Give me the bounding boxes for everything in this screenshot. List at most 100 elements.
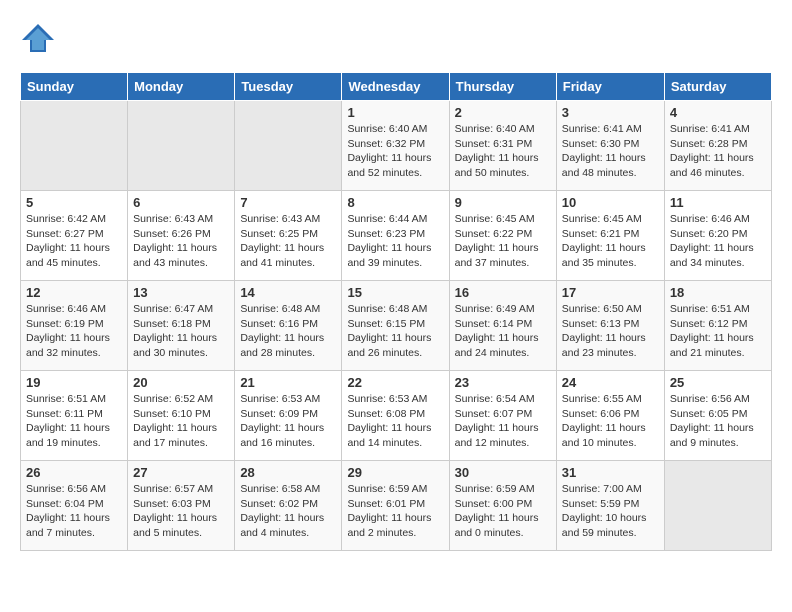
calendar-week-1: 1 Sunrise: 6:40 AM Sunset: 6:32 PM Daylig… bbox=[21, 101, 772, 191]
calendar-cell bbox=[128, 101, 235, 191]
logo bbox=[20, 20, 62, 56]
day-info: Sunrise: 6:42 AM Sunset: 6:27 PM Dayligh… bbox=[26, 212, 122, 271]
day-info: Sunrise: 6:40 AM Sunset: 6:32 PM Dayligh… bbox=[347, 122, 443, 181]
day-info: Sunrise: 6:40 AM Sunset: 6:31 PM Dayligh… bbox=[455, 122, 551, 181]
calendar-cell: 25 Sunrise: 6:56 AM Sunset: 6:05 PM Dayli… bbox=[664, 371, 771, 461]
day-number: 23 bbox=[455, 375, 551, 390]
day-header-thursday: Thursday bbox=[449, 73, 556, 101]
day-info: Sunrise: 6:45 AM Sunset: 6:22 PM Dayligh… bbox=[455, 212, 551, 271]
day-info: Sunrise: 6:49 AM Sunset: 6:14 PM Dayligh… bbox=[455, 302, 551, 361]
calendar-cell: 16Sunrise: 6:49 AM Sunset: 6:14 PM Dayli… bbox=[449, 281, 556, 371]
day-info: Sunrise: 6:46 AM Sunset: 6:20 PM Dayligh… bbox=[670, 212, 766, 271]
day-info: Sunrise: 6:53 AM Sunset: 6:08 PM Dayligh… bbox=[347, 392, 443, 451]
calendar-cell: 8Sunrise: 6:44 AM Sunset: 6:23 PM Daylig… bbox=[342, 191, 449, 281]
day-header-wednesday: Wednesday bbox=[342, 73, 449, 101]
day-number: 3 bbox=[562, 105, 659, 120]
day-number: 27 bbox=[133, 465, 229, 480]
day-info: Sunrise: 6:50 AM Sunset: 6:13 PM Dayligh… bbox=[562, 302, 659, 361]
day-number: 14 bbox=[240, 285, 336, 300]
calendar-cell: 20 Sunrise: 6:52 AM Sunset: 6:10 PM Dayli… bbox=[128, 371, 235, 461]
day-number: 10 bbox=[562, 195, 659, 210]
day-number: 9 bbox=[455, 195, 551, 210]
day-number: 31 bbox=[562, 465, 659, 480]
day-number: 7 bbox=[240, 195, 336, 210]
day-number: 29 bbox=[347, 465, 443, 480]
day-info: Sunrise: 6:58 AM Sunset: 6:02 PM Dayligh… bbox=[240, 482, 336, 541]
day-info: Sunrise: 6:56 AM Sunset: 6:05 PM Dayligh… bbox=[670, 392, 766, 451]
day-number: 5 bbox=[26, 195, 122, 210]
day-header-row: SundayMondayTuesdayWednesdayThursdayFrid… bbox=[21, 73, 772, 101]
day-number: 1 bbox=[347, 105, 443, 120]
calendar-cell: 22 Sunrise: 6:53 AM Sunset: 6:08 PM Dayli… bbox=[342, 371, 449, 461]
day-info: Sunrise: 6:48 AM Sunset: 6:15 PM Dayligh… bbox=[347, 302, 443, 361]
calendar-cell: 3Sunrise: 6:41 AM Sunset: 6:30 PM Daylig… bbox=[556, 101, 664, 191]
calendar-cell: 29 Sunrise: 6:59 AM Sunset: 6:01 PM Dayli… bbox=[342, 461, 449, 551]
day-info: Sunrise: 6:52 AM Sunset: 6:10 PM Dayligh… bbox=[133, 392, 229, 451]
day-number: 13 bbox=[133, 285, 229, 300]
day-info: Sunrise: 6:43 AM Sunset: 6:25 PM Dayligh… bbox=[240, 212, 336, 271]
calendar-cell: 14 Sunrise: 6:48 AM Sunset: 6:16 PM Dayli… bbox=[235, 281, 342, 371]
day-number: 18 bbox=[670, 285, 766, 300]
calendar-cell: 17 Sunrise: 6:50 AM Sunset: 6:13 PM Dayli… bbox=[556, 281, 664, 371]
day-number: 22 bbox=[347, 375, 443, 390]
calendar-cell: 6 Sunrise: 6:43 AM Sunset: 6:26 PM Daylig… bbox=[128, 191, 235, 281]
calendar-cell: 7 Sunrise: 6:43 AM Sunset: 6:25 PM Daylig… bbox=[235, 191, 342, 281]
calendar-cell: 18 Sunrise: 6:51 AM Sunset: 6:12 PM Dayli… bbox=[664, 281, 771, 371]
calendar-cell: 31 Sunrise: 7:00 AM Sunset: 5:59 PM Dayli… bbox=[556, 461, 664, 551]
day-number: 15 bbox=[347, 285, 443, 300]
day-info: Sunrise: 6:47 AM Sunset: 6:18 PM Dayligh… bbox=[133, 302, 229, 361]
day-number: 21 bbox=[240, 375, 336, 390]
day-info: Sunrise: 6:57 AM Sunset: 6:03 PM Dayligh… bbox=[133, 482, 229, 541]
calendar-cell: 12 Sunrise: 6:46 AM Sunset: 6:19 PM Dayli… bbox=[21, 281, 128, 371]
day-number: 20 bbox=[133, 375, 229, 390]
calendar-cell bbox=[664, 461, 771, 551]
calendar-cell bbox=[21, 101, 128, 191]
day-header-tuesday: Tuesday bbox=[235, 73, 342, 101]
day-number: 6 bbox=[133, 195, 229, 210]
calendar-week-3: 12 Sunrise: 6:46 AM Sunset: 6:19 PM Dayli… bbox=[21, 281, 772, 371]
day-info: Sunrise: 6:56 AM Sunset: 6:04 PM Dayligh… bbox=[26, 482, 122, 541]
day-info: Sunrise: 6:59 AM Sunset: 6:01 PM Dayligh… bbox=[347, 482, 443, 541]
day-number: 2 bbox=[455, 105, 551, 120]
calendar-cell: 4Sunrise: 6:41 AM Sunset: 6:28 PM Daylig… bbox=[664, 101, 771, 191]
calendar-cell: 19 Sunrise: 6:51 AM Sunset: 6:11 PM Dayli… bbox=[21, 371, 128, 461]
day-info: Sunrise: 6:48 AM Sunset: 6:16 PM Dayligh… bbox=[240, 302, 336, 361]
page-header bbox=[20, 20, 772, 56]
logo-icon bbox=[20, 20, 56, 56]
day-header-sunday: Sunday bbox=[21, 73, 128, 101]
day-header-friday: Friday bbox=[556, 73, 664, 101]
calendar-cell: 23Sunrise: 6:54 AM Sunset: 6:07 PM Dayli… bbox=[449, 371, 556, 461]
day-number: 11 bbox=[670, 195, 766, 210]
day-number: 25 bbox=[670, 375, 766, 390]
day-info: Sunrise: 6:45 AM Sunset: 6:21 PM Dayligh… bbox=[562, 212, 659, 271]
day-info: Sunrise: 6:44 AM Sunset: 6:23 PM Dayligh… bbox=[347, 212, 443, 271]
day-number: 19 bbox=[26, 375, 122, 390]
day-number: 28 bbox=[240, 465, 336, 480]
day-number: 12 bbox=[26, 285, 122, 300]
calendar-cell: 27 Sunrise: 6:57 AM Sunset: 6:03 PM Dayli… bbox=[128, 461, 235, 551]
day-info: Sunrise: 6:51 AM Sunset: 6:11 PM Dayligh… bbox=[26, 392, 122, 451]
calendar-week-2: 5 Sunrise: 6:42 AM Sunset: 6:27 PM Daylig… bbox=[21, 191, 772, 281]
calendar-cell: 30 Sunrise: 6:59 AM Sunset: 6:00 PM Dayli… bbox=[449, 461, 556, 551]
calendar-cell: 28 Sunrise: 6:58 AM Sunset: 6:02 PM Dayli… bbox=[235, 461, 342, 551]
day-info: Sunrise: 6:59 AM Sunset: 6:00 PM Dayligh… bbox=[455, 482, 551, 541]
day-number: 26 bbox=[26, 465, 122, 480]
day-number: 17 bbox=[562, 285, 659, 300]
calendar-cell: 1 Sunrise: 6:40 AM Sunset: 6:32 PM Daylig… bbox=[342, 101, 449, 191]
day-info: Sunrise: 6:53 AM Sunset: 6:09 PM Dayligh… bbox=[240, 392, 336, 451]
calendar-cell: 11 Sunrise: 6:46 AM Sunset: 6:20 PM Dayli… bbox=[664, 191, 771, 281]
day-info: Sunrise: 6:51 AM Sunset: 6:12 PM Dayligh… bbox=[670, 302, 766, 361]
day-number: 24 bbox=[562, 375, 659, 390]
day-info: Sunrise: 6:55 AM Sunset: 6:06 PM Dayligh… bbox=[562, 392, 659, 451]
day-header-monday: Monday bbox=[128, 73, 235, 101]
calendar-cell: 24 Sunrise: 6:55 AM Sunset: 6:06 PM Dayli… bbox=[556, 371, 664, 461]
day-number: 30 bbox=[455, 465, 551, 480]
day-info: Sunrise: 7:00 AM Sunset: 5:59 PM Dayligh… bbox=[562, 482, 659, 541]
calendar-cell: 9 Sunrise: 6:45 AM Sunset: 6:22 PM Daylig… bbox=[449, 191, 556, 281]
calendar-week-4: 19 Sunrise: 6:51 AM Sunset: 6:11 PM Dayli… bbox=[21, 371, 772, 461]
day-info: Sunrise: 6:46 AM Sunset: 6:19 PM Dayligh… bbox=[26, 302, 122, 361]
calendar-cell: 2 Sunrise: 6:40 AM Sunset: 6:31 PM Daylig… bbox=[449, 101, 556, 191]
day-info: Sunrise: 6:43 AM Sunset: 6:26 PM Dayligh… bbox=[133, 212, 229, 271]
calendar-cell: 13 Sunrise: 6:47 AM Sunset: 6:18 PM Dayli… bbox=[128, 281, 235, 371]
calendar-cell: 5 Sunrise: 6:42 AM Sunset: 6:27 PM Daylig… bbox=[21, 191, 128, 281]
